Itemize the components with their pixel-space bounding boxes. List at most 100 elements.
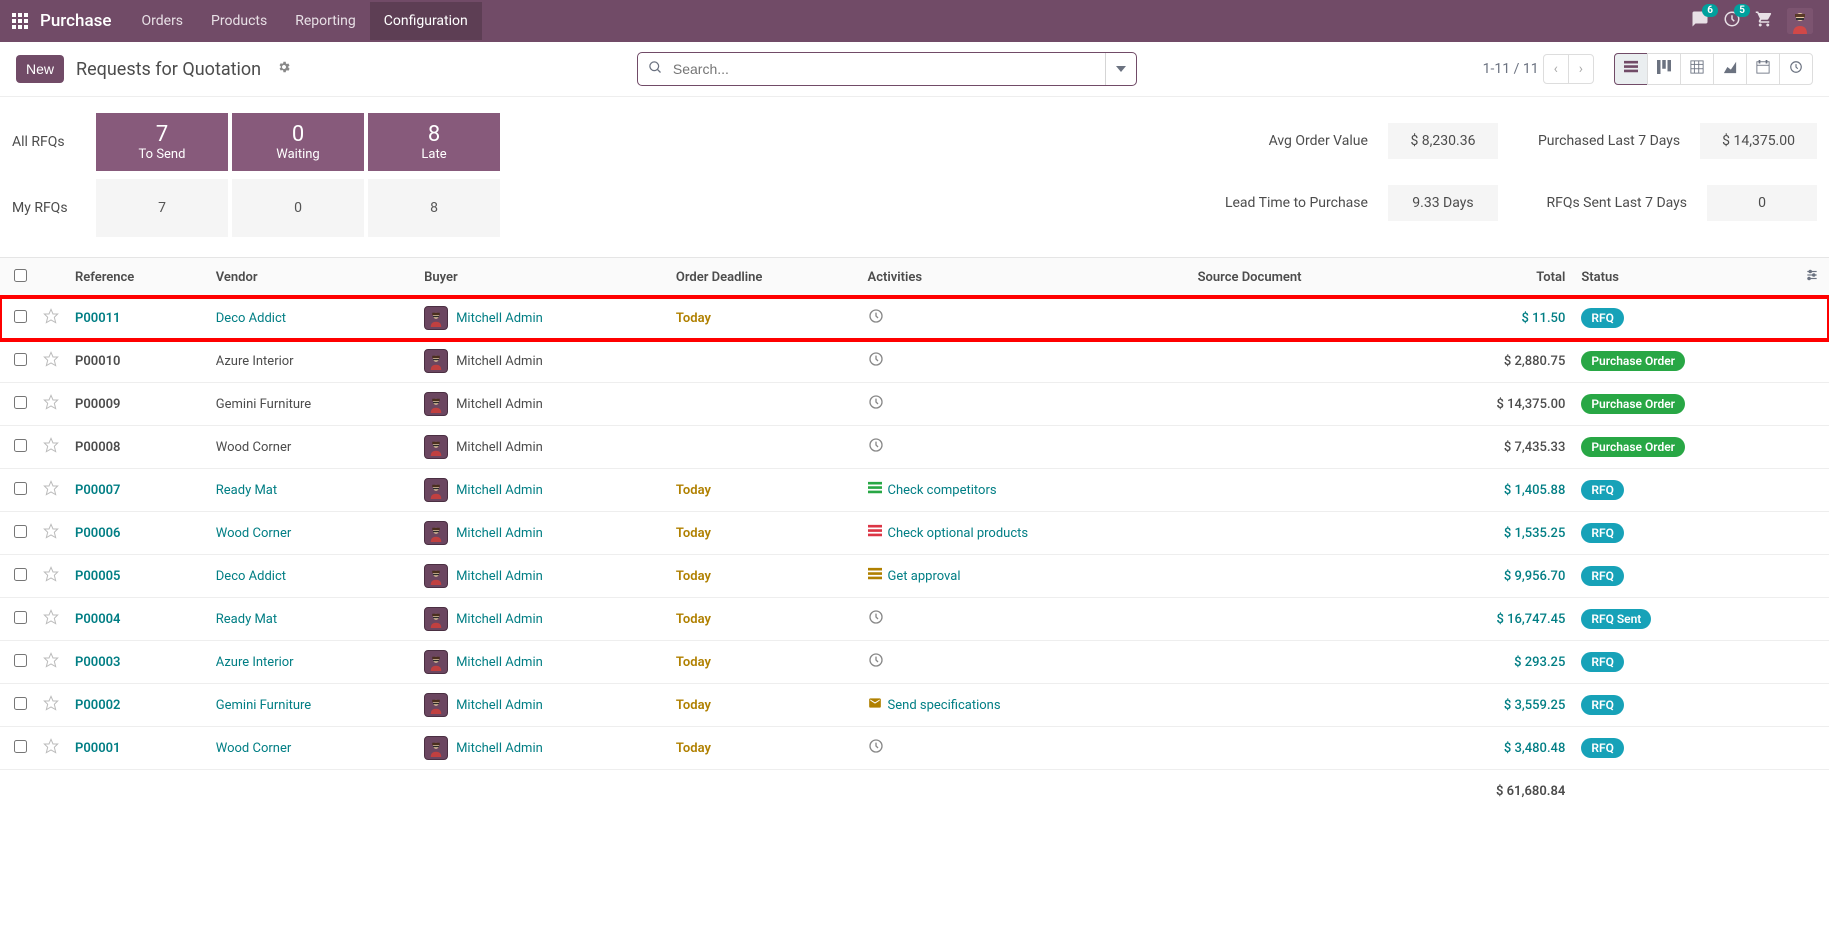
col-reference[interactable]: Reference (67, 258, 208, 297)
star-icon[interactable] (35, 684, 67, 727)
buyer-link[interactable]: Mitchell Admin (456, 741, 543, 756)
buyer-avatar[interactable] (424, 306, 448, 330)
col-status[interactable]: Status (1573, 258, 1797, 297)
col-source[interactable]: Source Document (1190, 258, 1414, 297)
table-row[interactable]: P00006 Wood Corner Mitchell Admin Today … (0, 512, 1829, 555)
pager-next[interactable]: › (1569, 55, 1593, 83)
reference-link[interactable]: P00007 (75, 483, 120, 498)
buyer-avatar[interactable] (424, 435, 448, 459)
cart-icon[interactable] (1755, 10, 1773, 32)
view-kanban[interactable] (1647, 53, 1681, 85)
select-all-checkbox[interactable] (14, 269, 27, 282)
view-graph[interactable] (1713, 53, 1747, 85)
search-dropdown-toggle[interactable] (1105, 53, 1136, 85)
star-icon[interactable] (35, 469, 67, 512)
clock-icon[interactable] (868, 399, 884, 414)
clock-icon[interactable] (868, 356, 884, 371)
vendor-link[interactable]: Gemini Furniture (216, 698, 311, 713)
activity-item[interactable]: Check optional products (868, 524, 1182, 542)
buyer-avatar[interactable] (424, 478, 448, 502)
buyer-avatar[interactable] (424, 349, 448, 373)
buyer-link[interactable]: Mitchell Admin (456, 440, 543, 455)
dash-card-late[interactable]: 8Late (368, 113, 500, 171)
vendor-link[interactable]: Wood Corner (216, 741, 291, 756)
vendor-link[interactable]: Wood Corner (216, 526, 291, 541)
table-row[interactable]: P00007 Ready Mat Mitchell Admin Today Ch… (0, 469, 1829, 512)
activity-item[interactable]: Send specifications (868, 696, 1182, 714)
row-checkbox[interactable] (14, 439, 27, 452)
star-icon[interactable] (35, 383, 67, 426)
clock-icon[interactable] (868, 442, 884, 457)
dash-my-card-1[interactable]: 0 (232, 179, 364, 237)
buyer-avatar[interactable] (424, 521, 448, 545)
col-vendor[interactable]: Vendor (208, 258, 416, 297)
reference-link[interactable]: P00005 (75, 569, 120, 584)
star-icon[interactable] (35, 641, 67, 684)
pager-prev[interactable]: ‹ (1544, 55, 1569, 83)
row-checkbox[interactable] (14, 482, 27, 495)
clock-icon[interactable] (868, 657, 884, 672)
vendor-link[interactable]: Azure Interior (216, 655, 294, 670)
table-row[interactable]: P00009 Gemini Furniture Mitchell Admin $… (0, 383, 1829, 426)
dash-my-card-0[interactable]: 7 (96, 179, 228, 237)
star-icon[interactable] (35, 340, 67, 383)
star-icon[interactable] (35, 598, 67, 641)
row-checkbox[interactable] (14, 654, 27, 667)
buyer-link[interactable]: Mitchell Admin (456, 655, 543, 670)
reference-link[interactable]: P00001 (75, 741, 120, 756)
row-checkbox[interactable] (14, 525, 27, 538)
table-row[interactable]: P00005 Deco Addict Mitchell Admin Today … (0, 555, 1829, 598)
buyer-link[interactable]: Mitchell Admin (456, 612, 543, 627)
col-deadline[interactable]: Order Deadline (668, 258, 860, 297)
buyer-avatar[interactable] (424, 736, 448, 760)
vendor-link[interactable]: Deco Addict (216, 311, 286, 326)
buyer-avatar[interactable] (424, 650, 448, 674)
pager-text[interactable]: 1-11 / 11 (1483, 61, 1539, 77)
my-rfqs-label[interactable]: My RFQs (12, 200, 84, 216)
clock-icon[interactable] (868, 313, 884, 328)
buyer-avatar[interactable] (424, 392, 448, 416)
dash-stat-value[interactable]: 0 (1707, 185, 1817, 221)
table-row[interactable]: P00003 Azure Interior Mitchell Admin Tod… (0, 641, 1829, 684)
table-row[interactable]: P00008 Wood Corner Mitchell Admin $ 7,43… (0, 426, 1829, 469)
col-total[interactable]: Total (1414, 258, 1574, 297)
row-checkbox[interactable] (14, 353, 27, 366)
col-activities[interactable]: Activities (860, 258, 1190, 297)
row-checkbox[interactable] (14, 396, 27, 409)
dash-stat-value[interactable]: $ 8,230.36 (1388, 123, 1498, 159)
vendor-link[interactable]: Deco Addict (216, 569, 286, 584)
activity-item[interactable]: Get approval (868, 567, 1182, 585)
clock-icon[interactable] (868, 614, 884, 629)
row-checkbox[interactable] (14, 568, 27, 581)
clock-icon[interactable] (868, 743, 884, 758)
buyer-link[interactable]: Mitchell Admin (456, 483, 543, 498)
buyer-avatar[interactable] (424, 564, 448, 588)
app-title[interactable]: Purchase (40, 11, 112, 31)
row-checkbox[interactable] (14, 697, 27, 710)
dash-card-to-send[interactable]: 7To Send (96, 113, 228, 171)
nav-products[interactable]: Products (197, 2, 281, 40)
new-button[interactable]: New (16, 55, 64, 83)
buyer-link[interactable]: Mitchell Admin (456, 354, 543, 369)
table-row[interactable]: P00010 Azure Interior Mitchell Admin $ 2… (0, 340, 1829, 383)
dash-my-card-2[interactable]: 8 (368, 179, 500, 237)
col-buyer[interactable]: Buyer (416, 258, 668, 297)
buyer-link[interactable]: Mitchell Admin (456, 526, 543, 541)
dash-stat-value[interactable]: 9.33 Days (1388, 185, 1498, 221)
all-rfqs-label[interactable]: All RFQs (12, 134, 84, 150)
buyer-link[interactable]: Mitchell Admin (456, 569, 543, 584)
nav-orders[interactable]: Orders (128, 2, 198, 40)
table-row[interactable]: P00011 Deco Addict Mitchell Admin Today … (0, 297, 1829, 340)
messaging-icon[interactable]: 6 (1691, 10, 1709, 32)
user-avatar[interactable] (1787, 8, 1813, 34)
vendor-link[interactable]: Ready Mat (216, 483, 277, 498)
search-input[interactable] (673, 61, 1105, 77)
table-row[interactable]: P00001 Wood Corner Mitchell Admin Today … (0, 727, 1829, 770)
vendor-link[interactable]: Ready Mat (216, 612, 277, 627)
dash-card-waiting[interactable]: 0Waiting (232, 113, 364, 171)
table-row[interactable]: P00002 Gemini Furniture Mitchell Admin T… (0, 684, 1829, 727)
star-icon[interactable] (35, 512, 67, 555)
apps-icon[interactable] (8, 9, 32, 33)
star-icon[interactable] (35, 727, 67, 770)
view-calendar[interactable] (1746, 53, 1780, 85)
